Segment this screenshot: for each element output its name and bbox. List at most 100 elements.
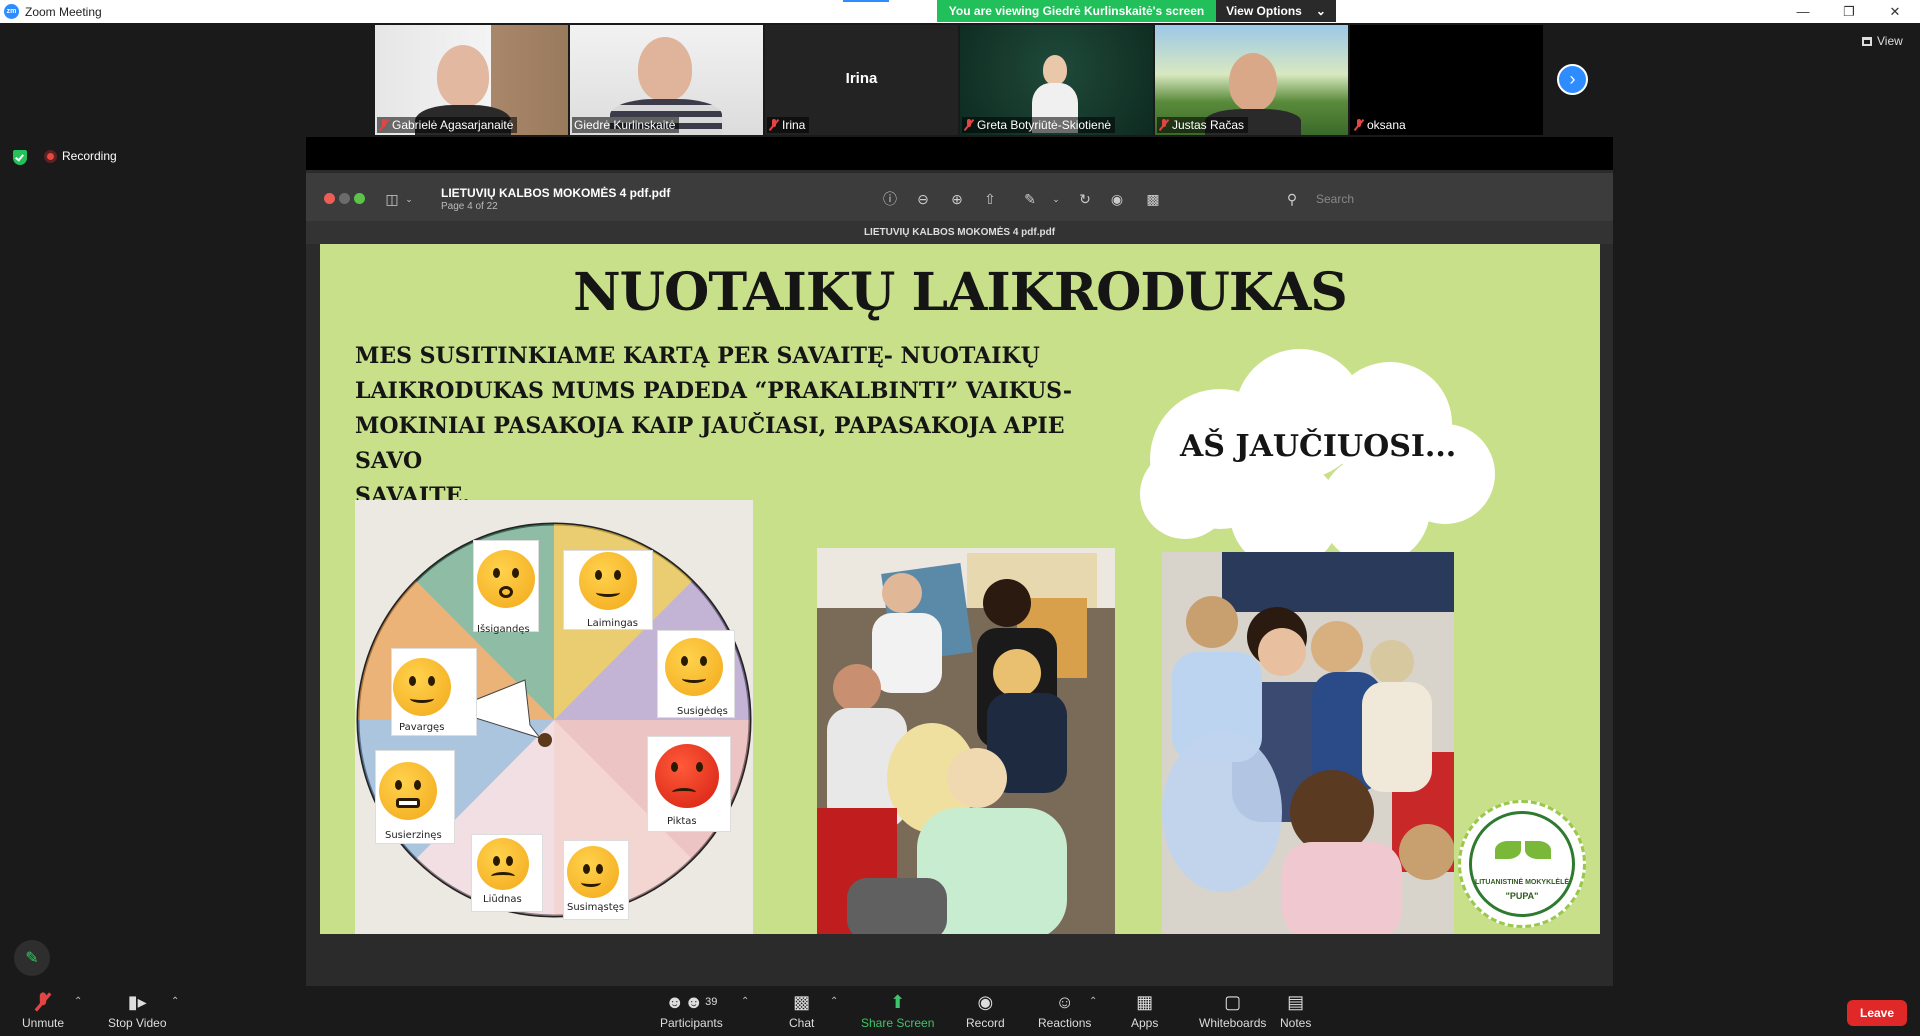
tired-emoji-icon (393, 658, 451, 716)
video-camera-icon: ▮▸ (127, 991, 147, 1012)
recording-indicator[interactable]: Recording (44, 149, 117, 163)
emotion-label: Susimąstęs (567, 902, 625, 913)
logo-text-name: "PUPA" (1505, 891, 1539, 901)
document-tab-title: LIETUVIŲ KALBOS MOKOMĖS 4 pdf.pdf (306, 221, 1613, 244)
participants-button[interactable]: ☻☻ 39 Participants (660, 990, 723, 1031)
video-options-caret-icon[interactable]: ⌃ (171, 996, 179, 1007)
share-screen-button[interactable]: ⬆ Share Screen (861, 990, 934, 1031)
annotate-pencil-icon[interactable]: ✎ (14, 940, 50, 976)
info-icon[interactable]: ⓘ (882, 191, 898, 207)
participant-name-tag: Irina (767, 117, 810, 133)
recording-dot-icon (44, 149, 57, 163)
shared-screen-top-bar (306, 137, 1613, 170)
participant-name-tag: Gabrielė Agasarjanaitė (377, 117, 518, 133)
document-file-name: LIETUVIŲ KALBOS MOKOMĖS 4 pdf.pdf (441, 186, 671, 200)
chat-button[interactable]: ▩ Chat (789, 990, 814, 1031)
participant-tile[interactable]: oksana (1350, 25, 1543, 135)
next-page-arrow-icon[interactable]: › (1557, 64, 1588, 95)
markup-pen-icon[interactable]: ✎ (1022, 191, 1038, 207)
zoom-out-icon[interactable]: ⊖ (915, 191, 931, 207)
mic-muted-icon (1159, 119, 1169, 131)
school-logo: LITUANISTINĖ MOKYKLĖLĖ "PUPA" (1458, 800, 1586, 928)
apps-label: Apps (1131, 1016, 1159, 1030)
participant-name-tag: Justas Račas (1157, 117, 1249, 133)
participant-name-tag: Giedrė Kurlinskaitė (572, 117, 680, 133)
thinking-emoji-icon (567, 846, 619, 898)
rotate-icon[interactable]: ↻ (1077, 191, 1093, 207)
stop-video-button[interactable]: ▮▸ Stop Video (108, 990, 167, 1031)
unmute-button[interactable]: Unmute (22, 990, 64, 1030)
search-icon[interactable]: ⚲ (1284, 191, 1300, 207)
slide-title: NUOTAIKŲ LAIKRODUKAS (573, 262, 1348, 323)
chevron-down-icon[interactable]: ⌄ (401, 191, 417, 207)
whiteboard-icon: ▢ (1224, 991, 1242, 1012)
participant-face (1229, 53, 1277, 111)
restore-icon[interactable]: ❐ (1826, 0, 1872, 23)
participant-face (437, 45, 489, 107)
share-icon[interactable]: ⇧ (982, 191, 998, 207)
annotate-icon[interactable]: ◉ (1109, 191, 1125, 207)
chevron-down-icon: ⌄ (1315, 4, 1326, 18)
participant-name: Giedrė Kurlinskaitė (574, 118, 676, 132)
view-button[interactable]: View (1862, 34, 1903, 48)
search-field[interactable]: Search (1316, 192, 1354, 206)
participant-name-tag: oksana (1352, 117, 1410, 133)
whiteboards-button[interactable]: ▢ Whiteboards (1199, 990, 1267, 1031)
emotion-label: Laimingas (587, 618, 639, 629)
apps-button[interactable]: ▦ Apps (1131, 990, 1159, 1031)
minimize-icon[interactable]: — (1780, 0, 1826, 23)
close-icon[interactable]: ✕ (1872, 0, 1918, 23)
emoji-mouth (672, 788, 696, 797)
leaf-icon (1525, 841, 1551, 859)
mic-muted-icon (1354, 119, 1364, 131)
fullscreen-window-icon[interactable] (354, 193, 365, 204)
angry-emoji-icon (655, 744, 719, 808)
reactions-caret-icon[interactable]: ⌃ (1089, 996, 1097, 1007)
participant-name: Justas Račas (1172, 118, 1245, 132)
view-options-button[interactable]: View Options ⌄ (1216, 0, 1336, 22)
emotion-label: Pavargęs (399, 722, 445, 733)
participant-tile[interactable]: Irina Irina (765, 25, 958, 135)
shield-icon[interactable] (13, 150, 27, 165)
zoom-in-icon[interactable]: ⊕ (949, 191, 965, 207)
participants-count: 39 (705, 996, 718, 1008)
emoji-mouth (581, 878, 601, 887)
participant-tile[interactable]: Justas Račas (1155, 25, 1348, 135)
whiteboards-label: Whiteboards (1199, 1016, 1267, 1030)
participants-icon: ☻☻ 39 (665, 991, 718, 1012)
notes-button[interactable]: ▤ Notes (1280, 990, 1311, 1031)
participants-caret-icon[interactable]: ⌃ (741, 996, 749, 1007)
participant-name: Gabrielė Agasarjanaitė (392, 118, 514, 132)
logo-text-school: LITUANISTINĖ MOKYKLĖLĖ (1474, 879, 1570, 886)
participant-tile[interactable]: Greta Botyriūtė-Skiotienė (960, 25, 1153, 135)
participant-tile[interactable]: Giedrė Kurlinskaitė (570, 25, 763, 135)
reactions-smiley-icon: ☺ (1055, 991, 1074, 1012)
slide-body-line: LAIKRODUKAS MUMS PADEDA “PRAKALBINTI” VA… (355, 378, 1072, 404)
sidebar-toggle-icon[interactable]: ◫ (384, 191, 400, 207)
chat-caret-icon[interactable]: ⌃ (830, 996, 838, 1007)
view-options-label: View Options (1226, 4, 1302, 18)
irritated-emoji-icon (379, 762, 437, 820)
record-button[interactable]: ◉ Record (966, 990, 1005, 1031)
emotion-label: Susierzinęs (385, 830, 442, 841)
page-indicator: Page 4 of 22 (441, 201, 498, 212)
minimize-window-icon[interactable] (339, 193, 350, 204)
slide-body-text: MES SUSITINKIAME KARTĄ PER SAVAITĘ- NUOT… (355, 339, 1115, 514)
reactions-button[interactable]: ☺ Reactions (1038, 990, 1091, 1031)
recording-label: Recording (62, 149, 117, 163)
embarrassed-emoji-icon (665, 638, 723, 696)
audio-options-caret-icon[interactable]: ⌃ (74, 996, 82, 1007)
participant-tile[interactable]: Gabrielė Agasarjanaitė (375, 25, 568, 135)
slide-body-line: MOKINIAI PASAKOJA KAIP JAUČIASI, PAPASAK… (355, 413, 1065, 474)
logo-ring (1469, 811, 1575, 917)
close-window-icon[interactable] (324, 193, 335, 204)
group-hug-photo (1162, 552, 1454, 934)
mic-muted-icon (38, 990, 48, 1014)
leave-button[interactable]: Leave (1847, 1000, 1907, 1026)
record-icon: ◉ (977, 991, 994, 1012)
emotion-label: Liūdnas (483, 894, 522, 905)
chevron-down-icon[interactable]: ⌄ (1048, 191, 1064, 207)
preview-toolbar: ◫ ⌄ LIETUVIŲ KALBOS MOKOMĖS 4 pdf.pdf Pa… (306, 173, 1613, 221)
form-fill-icon[interactable]: ▩ (1145, 191, 1161, 207)
meeting-toolbar: Unmute ⌃ ▮▸ Stop Video ⌃ ☻☻ 39 Participan… (0, 986, 1920, 1036)
